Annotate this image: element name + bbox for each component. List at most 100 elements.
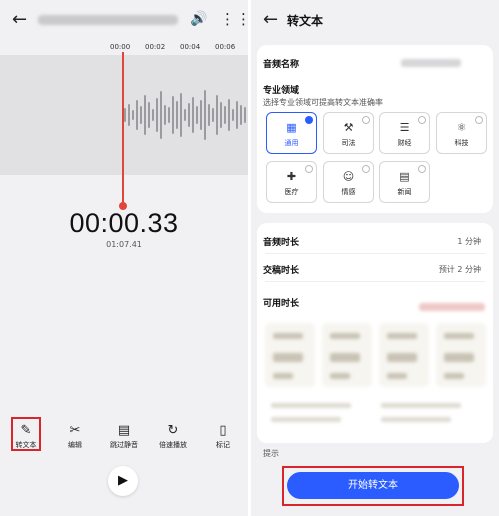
domain-chip-label: 新闻: [397, 188, 412, 196]
plan-note-blurred: [271, 403, 351, 408]
divider: [265, 281, 485, 282]
plan-note-blurred: [381, 417, 451, 422]
waveform-bar: [144, 95, 146, 135]
recording-title-blurred: [38, 15, 178, 25]
skip-silence-button[interactable]: ▤ 跳过静音: [102, 422, 146, 450]
waveform[interactable]: [0, 55, 248, 175]
playhead[interactable]: [122, 52, 124, 207]
plan-note-blurred: [271, 417, 341, 422]
waveform-bar: [200, 100, 202, 130]
current-time: 00:00.33: [69, 208, 179, 238]
transcribe-panel: ← 转文本 音频名称 专业领域 选择专业领域可提高转文本准确率 ▦ 通用 ⚒ 司…: [251, 0, 499, 516]
domain-chip-general[interactable]: ▦ 通用: [266, 112, 317, 154]
waveform-bar: [156, 98, 158, 132]
domain-chip-tech[interactable]: ⚛ 科技: [436, 112, 487, 154]
waveform-bar: [164, 105, 166, 125]
audio-duration-value: 1 分钟: [457, 237, 481, 246]
waveform-bar: [148, 102, 150, 128]
domain-chip-legal[interactable]: ⚒ 司法: [323, 112, 374, 154]
waveform-bar: [172, 96, 174, 134]
domain-chip-medical[interactable]: ✚ 医疗: [266, 161, 317, 203]
radio-icon: [418, 165, 426, 173]
duration-card: 音频时长 1 分钟 交稿时长 预计 2 分钟 可用时长: [257, 223, 493, 443]
back-arrow-icon[interactable]: ←: [263, 10, 278, 30]
domain-chip-label: 财经: [397, 139, 412, 147]
waveform-bar: [236, 101, 238, 129]
domain-hint: 选择专业领域可提高转文本准确率: [263, 98, 383, 107]
waveform-bar: [140, 106, 142, 124]
audio-name-label: 音频名称: [263, 60, 300, 70]
waveform-bar: [152, 109, 154, 121]
waveform-bar: [136, 100, 138, 130]
speed-label: 倍速播放: [159, 441, 187, 449]
transcribe-duration-label: 交稿时长: [263, 266, 300, 276]
waveform-bar: [220, 102, 222, 128]
plan-card-blurred[interactable]: [265, 323, 315, 387]
waveform-bar: [224, 106, 226, 124]
waveform-bar: [124, 108, 126, 122]
start-transcribe-button[interactable]: 开始转文本: [287, 472, 459, 499]
audio-name-value-blurred: [401, 59, 461, 67]
bookmark-label: 标记: [216, 441, 230, 449]
highlight-box: [11, 417, 41, 451]
page-title: 转文本: [287, 14, 324, 28]
back-arrow-icon[interactable]: ←: [12, 10, 32, 30]
waveform-bar: [244, 107, 246, 123]
waveform-bar: [176, 101, 178, 129]
waveform-bar: [228, 99, 230, 131]
plan-card-blurred[interactable]: [436, 323, 486, 387]
divider: [265, 253, 485, 254]
waveform-bar: [168, 107, 170, 123]
recorder-panel: ← 🔊 ⋮⋮ 00:00 00:02 00:04 00:06 00:00.33 …: [0, 0, 251, 516]
radio-icon: [475, 116, 483, 124]
transcribe-duration-value: 预计 2 分钟: [438, 265, 481, 274]
waveform-bar: [196, 106, 198, 124]
domain-label: 专业领域: [263, 86, 300, 96]
play-icon: ▶: [118, 473, 128, 488]
waveform-bar: [212, 108, 214, 122]
edit-label: 编辑: [68, 441, 82, 449]
waveform-bar: [184, 109, 186, 121]
waveform-bar: [216, 95, 218, 135]
domain-chip-label: 科技: [454, 139, 469, 147]
waveform-bar: [192, 97, 194, 133]
waveform-bar: [232, 109, 234, 121]
plan-card-blurred[interactable]: [322, 323, 372, 387]
waveform-bar: [188, 103, 190, 127]
ruler-tick: 00:02: [145, 43, 166, 51]
domain-chip-label: 司法: [341, 139, 356, 147]
domain-chip-news[interactable]: ▤ 新闻: [379, 161, 430, 203]
bookmark-button[interactable]: ▯ 标记: [201, 422, 245, 450]
play-button[interactable]: ▶: [108, 466, 138, 496]
waveform-bar: [204, 90, 206, 140]
edit-icon: ✂: [69, 423, 81, 438]
radio-icon: [418, 116, 426, 124]
speed-button[interactable]: ↻ 倍速播放: [151, 422, 195, 450]
domain-chip-emotion[interactable]: ☺ 情感: [323, 161, 374, 203]
total-time: 01:07.41: [106, 240, 142, 249]
plan-card-blurred[interactable]: [379, 323, 429, 387]
domain-chip-label: 医疗: [284, 188, 299, 196]
domain-chip-label: 通用: [284, 139, 299, 147]
skip-silence-label: 跳过静音: [110, 441, 138, 449]
radio-icon: [362, 165, 370, 173]
settings-card: 音频名称 专业领域 选择专业领域可提高转文本准确率 ▦ 通用 ⚒ 司法 ☰ 财经…: [257, 45, 493, 213]
edit-button[interactable]: ✂ 编辑: [53, 422, 97, 450]
speed-icon: ↻: [167, 423, 179, 438]
plan-note-blurred: [381, 403, 461, 408]
speaker-icon[interactable]: 🔊: [190, 11, 207, 27]
timeline-ruler: 00:00 00:02 00:04 00:06: [0, 38, 248, 56]
available-duration-value-blurred: [419, 303, 485, 311]
audio-duration-label: 音频时长: [263, 238, 300, 248]
bookmark-icon: ▯: [219, 423, 227, 438]
waveform-bar: [132, 110, 134, 120]
waveform-bar: [240, 105, 242, 125]
domain-chip-finance[interactable]: ☰ 财经: [379, 112, 430, 154]
waveform-bar: [160, 91, 162, 139]
ruler-tick: 00:06: [215, 43, 236, 51]
ruler-tick: 00:04: [180, 43, 201, 51]
waveform-bar: [208, 104, 210, 126]
radio-icon: [305, 165, 313, 173]
skip-silence-icon: ▤: [117, 423, 131, 438]
hint-label: 提示: [263, 449, 279, 458]
